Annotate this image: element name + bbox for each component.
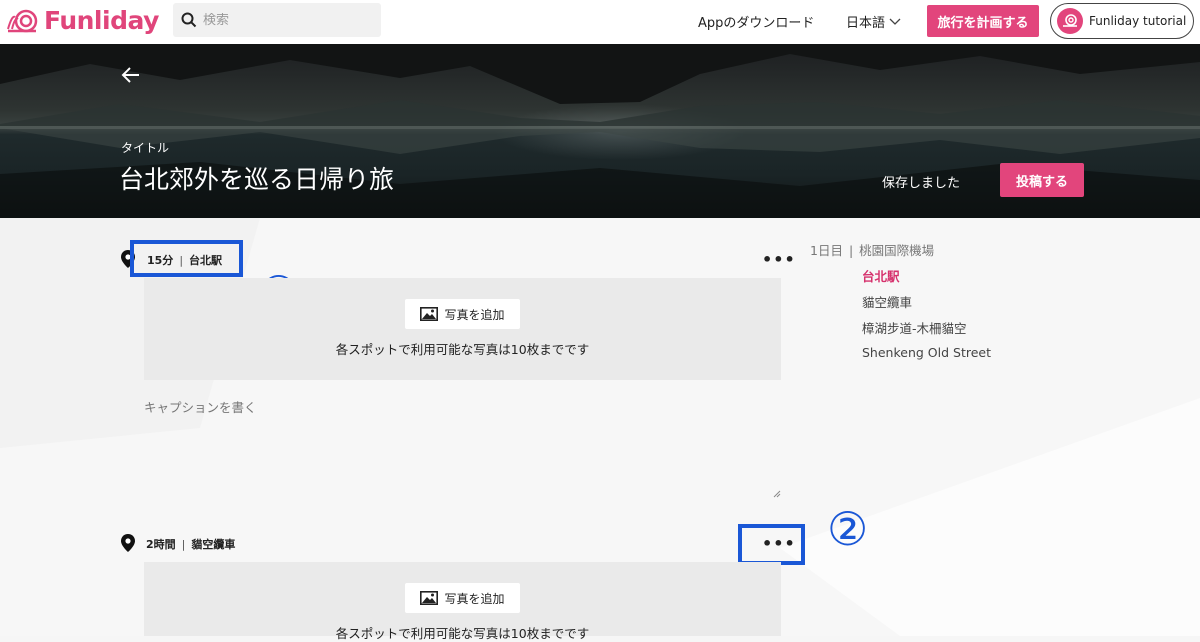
- itinerary-stop-4[interactable]: 樟湖步道-木柵貓空: [862, 318, 967, 337]
- language-label: 日本語: [846, 16, 886, 31]
- annotation-box-1: [130, 240, 243, 277]
- itinerary-stop-1[interactable]: 桃園国際機場: [859, 243, 934, 258]
- avatar: [1057, 8, 1083, 34]
- plan-trip-button[interactable]: 旅行を計画する: [927, 5, 1039, 37]
- itinerary-stop-2[interactable]: 台北駅: [862, 266, 900, 285]
- photo-upload-area[interactable]: 写真を追加 各スポットで利用可能な写真は10枚までです: [144, 562, 781, 641]
- image-icon: [420, 307, 439, 321]
- add-photo-button[interactable]: 写真を追加: [405, 299, 520, 329]
- snail-logo-icon: [7, 9, 38, 32]
- back-arrow-icon[interactable]: [120, 64, 142, 86]
- itinerary-stop-5[interactable]: Shenkeng Old Street: [862, 345, 991, 360]
- location-pin-icon: [121, 534, 135, 552]
- spot-more-options[interactable]: •••: [762, 250, 796, 269]
- app-download-link[interactable]: Appのダウンロード: [698, 12, 814, 31]
- resize-handle-icon[interactable]: [773, 490, 781, 498]
- chevron-down-icon: [889, 18, 901, 25]
- saved-status: 保存しました: [882, 176, 961, 191]
- caption-input[interactable]: [144, 387, 781, 499]
- annotation-box-2: [738, 524, 805, 565]
- photo-limit-note: 各スポットで利用可能な写真は10枚までです: [335, 626, 590, 641]
- user-name: Funliday tutorial: [1089, 14, 1187, 28]
- day-heading[interactable]: 1日目 | 桃園国際機場: [810, 240, 934, 259]
- user-menu-button[interactable]: Funliday tutorial: [1050, 3, 1194, 39]
- image-icon: [420, 591, 439, 605]
- spot-header[interactable]: 2時間 | 貓空纜車: [146, 536, 235, 552]
- day-separator: |: [848, 243, 854, 258]
- spot-duration: 2時間: [146, 538, 176, 551]
- add-photo-label: 写真を追加: [444, 307, 505, 322]
- separator: |: [181, 537, 186, 551]
- annotation-number-2: ②: [827, 502, 869, 556]
- search-box[interactable]: [173, 3, 381, 37]
- language-selector[interactable]: 日本語: [846, 12, 901, 31]
- funliday-logo[interactable]: Funliday: [6, 6, 159, 35]
- trip-title[interactable]: 台北郊外を巡る日帰り旅: [119, 160, 394, 196]
- hero-banner: タイトル 台北郊外を巡る日帰り旅 保存しました 投稿する: [0, 44, 1200, 218]
- day-label: 1日目: [810, 243, 843, 258]
- add-photo-label: 写真を追加: [444, 591, 505, 606]
- itinerary-stop-3[interactable]: 貓空纜車: [862, 292, 912, 311]
- snail-avatar-icon: [1063, 14, 1077, 27]
- photo-limit-note: 各スポットで利用可能な写真は10枚までです: [335, 342, 590, 357]
- post-button[interactable]: 投稿する: [1000, 163, 1084, 197]
- photo-upload-area[interactable]: 写真を追加 各スポットで利用可能な写真は10枚までです: [144, 278, 781, 380]
- title-label: タイトル: [121, 141, 170, 155]
- top-nav-bar: Funliday Appのダウンロード 日本語 旅行を計画する Funliday…: [0, 0, 1200, 44]
- brand-name: Funliday: [44, 6, 159, 35]
- search-input[interactable]: [203, 12, 363, 28]
- spot-name: 貓空纜車: [191, 538, 236, 551]
- search-icon: [181, 12, 197, 28]
- add-photo-button[interactable]: 写真を追加: [405, 583, 520, 613]
